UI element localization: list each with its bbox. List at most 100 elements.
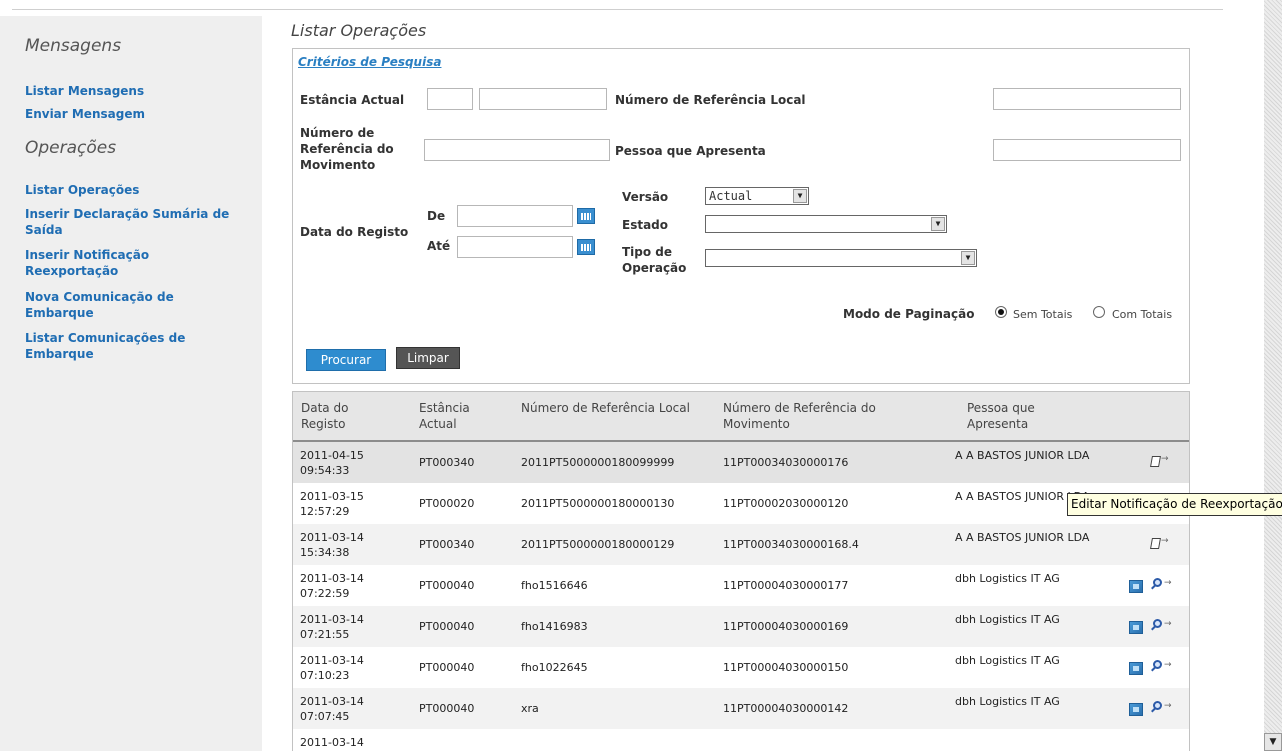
num-ref-movimento-label: Número de Referência do Movimento	[300, 126, 394, 172]
cell-ref-movimento: 11PT00004030000177	[723, 579, 849, 592]
cell-estancia: PT000340	[419, 456, 475, 469]
sidebar-link-listar-mensagens[interactable]: Listar Mensagens	[25, 83, 245, 99]
col-header-ref-local[interactable]: Número de Referência Local	[521, 400, 701, 416]
table-row[interactable]: 2011-03-15 12:57:29 PT000020 2011PT50000…	[293, 483, 1189, 524]
tooltip: Editar Notificação de Reexportação	[1067, 493, 1282, 516]
versao-select[interactable]: Actual ▼	[705, 187, 809, 205]
cell-ref-local: 2011PT5000000180099999	[521, 456, 675, 469]
table-row[interactable]: 2011-03-14	[293, 729, 1189, 751]
cell-date: 2011-03-15 12:57:29	[300, 490, 364, 518]
cell-estancia: PT000040	[419, 702, 475, 715]
results-table: Data do Registo Estância Actual Número d…	[292, 391, 1190, 751]
col-header-pessoa[interactable]: Pessoa que Apresenta	[967, 400, 1087, 432]
num-ref-local-input[interactable]	[993, 88, 1181, 110]
tipo-operacao-select[interactable]: ▼	[705, 249, 977, 267]
data-registo-label: Data do Registo	[300, 225, 409, 239]
table-row[interactable]: 2011-03-14 07:21:55 PT000040 fho1416983 …	[293, 606, 1189, 647]
search-icon[interactable]: →	[1150, 700, 1172, 716]
table-row[interactable]: 2011-03-14 07:07:45 PT000040 xra 11PT000…	[293, 688, 1189, 729]
scroll-down-icon[interactable]: ▼	[1264, 733, 1282, 751]
cell-ref-local: xra	[521, 702, 539, 715]
cell-estancia: PT000020	[419, 497, 475, 510]
versao-value: Actual	[709, 189, 753, 203]
pessoa-input[interactable]	[993, 139, 1181, 161]
document-icon[interactable]	[1129, 662, 1143, 675]
chevron-down-icon: ▼	[931, 217, 945, 231]
versao-label: Versão	[622, 190, 669, 204]
calendar-icon[interactable]	[577, 239, 595, 255]
sidebar-link-enviar-mensagem[interactable]: Enviar Mensagem	[25, 106, 245, 122]
tipo-operacao-label: Tipo de Operação	[622, 245, 687, 275]
limpar-button[interactable]: Limpar	[396, 347, 460, 369]
cell-pessoa: A A BASTOS JUNIOR LDA	[955, 449, 1090, 462]
cell-ref-movimento: 11PT00034030000176	[723, 456, 849, 469]
estancia-code-input[interactable]	[427, 88, 473, 110]
table-row[interactable]: 2011-03-14 07:22:59 PT000040 fho1516646 …	[293, 565, 1189, 606]
document-icon[interactable]	[1129, 703, 1143, 716]
edit-pencil-icon[interactable]: →	[1149, 454, 1171, 470]
cell-ref-local: fho1516646	[521, 579, 588, 592]
sidebar-heading-messages: Mensagens	[25, 36, 122, 56]
cell-date: 2011-04-15 09:54:33	[300, 449, 364, 477]
cell-date: 2011-03-14 07:10:23	[300, 654, 364, 682]
cell-ref-local: fho1416983	[521, 620, 588, 633]
cell-date: 2011-03-14 07:07:45	[300, 695, 364, 723]
ate-label: Até	[427, 239, 451, 253]
search-icon[interactable]: →	[1150, 659, 1172, 675]
date-from-input[interactable]	[457, 205, 573, 227]
estancia-name-input[interactable]	[479, 88, 607, 110]
top-divider	[12, 9, 1223, 10]
search-icon[interactable]: →	[1150, 618, 1172, 634]
cell-pessoa: dbh Logistics IT AG	[955, 572, 1060, 585]
cell-estancia: PT000040	[419, 620, 475, 633]
sidebar-link-nova-comunicacao[interactable]: Nova Comunicação de Embarque	[25, 289, 245, 321]
page-title: Listar Operações	[291, 21, 427, 40]
sidebar-link-listar-comunicacoes[interactable]: Listar Comunicações de Embarque	[25, 330, 245, 362]
document-icon[interactable]	[1129, 621, 1143, 634]
calendar-icon[interactable]	[577, 208, 595, 224]
col-header-estancia[interactable]: Estância Actual	[419, 400, 499, 432]
radio-com-totais[interactable]	[1093, 306, 1105, 318]
cell-ref-movimento: 11PT00034030000168.4	[723, 538, 859, 551]
sidebar-link-listar-operacoes[interactable]: Listar Operações	[25, 182, 245, 198]
cell-ref-movimento: 11PT00002030000120	[723, 497, 849, 510]
sidebar-link-inserir-declaracao[interactable]: Inserir Declaração Sumária de Saída	[25, 206, 245, 238]
edit-pencil-icon[interactable]: →	[1149, 536, 1171, 552]
sidebar-heading-operations: Operações	[25, 138, 117, 158]
de-label: De	[427, 209, 446, 223]
num-ref-movimento-input[interactable]	[424, 139, 610, 161]
cell-date: 2011-03-14 07:22:59	[300, 572, 364, 600]
sidebar: Mensagens Listar Mensagens Enviar Mensag…	[0, 16, 262, 751]
cell-ref-local: 2011PT5000000180000130	[521, 497, 675, 510]
cell-estancia: PT000340	[419, 538, 475, 551]
col-header-ref-movimento[interactable]: Número de Referência do Movimento	[723, 400, 923, 432]
table-row[interactable]: 2011-04-15 09:54:33 PT000340 2011PT50000…	[293, 442, 1189, 483]
estado-select[interactable]: ▼	[705, 215, 947, 233]
table-row[interactable]: 2011-03-14 15:34:38 PT000340 2011PT50000…	[293, 524, 1189, 565]
col-header-data-registo[interactable]: Data do Registo	[301, 400, 391, 432]
sidebar-link-inserir-notificacao[interactable]: Inserir Notificação Reexportação	[25, 247, 245, 279]
cell-ref-movimento: 11PT00004030000169	[723, 620, 849, 633]
radio-sem-totais[interactable]	[995, 306, 1007, 318]
date-to-input[interactable]	[457, 236, 573, 258]
cell-ref-local: fho1022645	[521, 661, 588, 674]
scrollbar[interactable]	[1264, 0, 1282, 751]
estado-label: Estado	[622, 218, 669, 232]
modo-paginacao-label: Modo de Paginação	[843, 307, 975, 321]
num-ref-local-label: Número de Referência Local	[615, 93, 806, 107]
search-icon[interactable]: →	[1150, 577, 1172, 593]
cell-date: 2011-03-14	[300, 736, 364, 749]
cell-date: 2011-03-14 07:21:55	[300, 613, 364, 641]
pessoa-label: Pessoa que Apresenta	[615, 144, 766, 158]
search-criteria-title: Critérios de Pesquisa	[298, 55, 442, 69]
chevron-down-icon: ▼	[793, 189, 807, 203]
document-icon[interactable]	[1129, 580, 1143, 593]
cell-pessoa: dbh Logistics IT AG	[955, 695, 1060, 708]
table-row[interactable]: 2011-03-14 07:10:23 PT000040 fho1022645 …	[293, 647, 1189, 688]
radio-sem-totais-label: Sem Totais	[1013, 308, 1073, 321]
cell-ref-movimento: 11PT00004030000142	[723, 702, 849, 715]
procurar-button[interactable]: Procurar	[306, 349, 386, 371]
cell-pessoa: dbh Logistics IT AG	[955, 654, 1060, 667]
cell-ref-local: 2011PT5000000180000129	[521, 538, 675, 551]
cell-pessoa: A A BASTOS JUNIOR LDA	[955, 531, 1090, 544]
